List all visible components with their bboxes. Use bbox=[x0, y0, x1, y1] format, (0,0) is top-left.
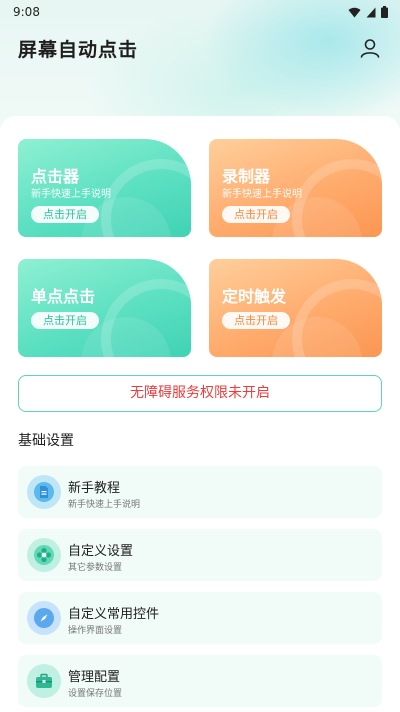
compass-icon bbox=[27, 601, 61, 635]
flower-glyph bbox=[34, 545, 54, 565]
card-title: 点击器 bbox=[31, 167, 80, 186]
list-item-subtitle: 其它参数设置 bbox=[68, 563, 123, 573]
document-icon bbox=[27, 475, 61, 509]
list-item-subtitle: 设置保存位置 bbox=[68, 689, 123, 699]
profile-button[interactable] bbox=[358, 36, 382, 60]
timer-trigger-card[interactable]: 定时触发 点击开启 bbox=[209, 259, 382, 357]
list-item-subtitle: 新手快速上手说明 bbox=[68, 500, 141, 510]
card-subtitle: 新手快速上手说明 bbox=[31, 189, 111, 200]
signal-icon bbox=[366, 7, 376, 17]
timer-trigger-open-button[interactable]: 点击开启 bbox=[222, 312, 290, 329]
document-glyph bbox=[34, 482, 54, 502]
single-click-open-button[interactable]: 点击开启 bbox=[31, 312, 99, 329]
accessibility-permission-button[interactable]: 无障碍服务权限未开启 bbox=[18, 375, 382, 412]
list-item-manage-config[interactable]: 管理配置 设置保存位置 bbox=[18, 655, 382, 707]
list-item-title: 自定义设置 bbox=[68, 544, 134, 559]
recorder-open-button[interactable]: 点击开启 bbox=[222, 206, 290, 223]
list-item-custom-settings[interactable]: 自定义设置 其它参数设置 bbox=[18, 529, 382, 581]
user-icon bbox=[360, 39, 380, 58]
flower-gear-icon bbox=[27, 538, 61, 572]
card-title: 录制器 bbox=[222, 167, 271, 186]
list-item-title: 管理配置 bbox=[68, 670, 121, 685]
wifi-icon bbox=[348, 7, 361, 17]
list-item-tutorial[interactable]: 新手教程 新手快速上手说明 bbox=[18, 466, 382, 518]
clicker-open-button[interactable]: 点击开启 bbox=[31, 206, 99, 223]
clicker-card[interactable]: 点击器 新手快速上手说明 点击开启 bbox=[18, 139, 191, 237]
app-header: 屏幕自动点击 bbox=[0, 28, 400, 68]
status-time: 9:08 bbox=[13, 5, 40, 19]
compass-glyph bbox=[34, 608, 54, 628]
status-bar: 9:08 bbox=[0, 0, 400, 24]
battery-icon bbox=[381, 6, 388, 18]
list-item-title: 新手教程 bbox=[68, 481, 121, 496]
card-title: 单点点击 bbox=[31, 287, 96, 306]
recorder-card[interactable]: 录制器 新手快速上手说明 点击开启 bbox=[209, 139, 382, 237]
card-subtitle: 新手快速上手说明 bbox=[222, 189, 302, 200]
app-title: 屏幕自动点击 bbox=[18, 38, 139, 61]
briefcase-glyph bbox=[36, 673, 52, 688]
section-title: 基础设置 bbox=[18, 433, 74, 449]
single-click-card[interactable]: 单点点击 点击开启 bbox=[18, 259, 191, 357]
list-item-subtitle: 操作界面设置 bbox=[68, 626, 123, 636]
list-item-common-controls[interactable]: 自定义常用控件 操作界面设置 bbox=[18, 592, 382, 644]
briefcase-icon bbox=[27, 664, 61, 698]
list-item-title: 自定义常用控件 bbox=[68, 607, 160, 622]
status-icons bbox=[348, 6, 388, 18]
card-title: 定时触发 bbox=[222, 287, 287, 306]
